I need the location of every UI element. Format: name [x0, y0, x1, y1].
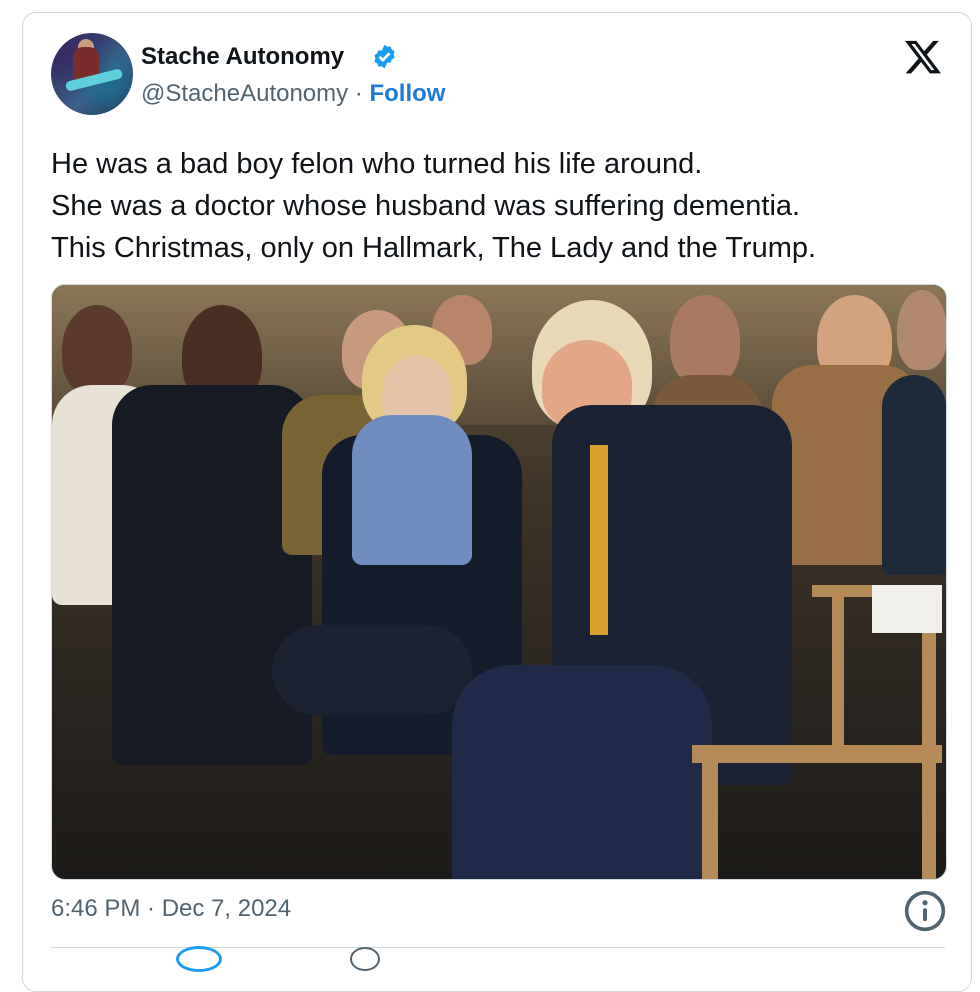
info-icon[interactable]	[903, 889, 947, 933]
timestamp[interactable]: 6:46 PM · Dec 7, 2024	[51, 895, 291, 923]
author-handle-row: @StacheAutonomy · Follow	[141, 80, 445, 108]
author-handle[interactable]: @StacheAutonomy	[141, 80, 348, 107]
tweet-text: He was a bad boy felon who turned his li…	[51, 143, 951, 269]
tweet-line-2: She was a doctor whose husband was suffe…	[51, 190, 801, 222]
tweet-card: Stache Autonomy @StacheAutonomy · Follow…	[22, 12, 972, 992]
verified-badge-icon	[374, 44, 395, 69]
tweet-line-1: He was a bad boy felon who turned his li…	[51, 148, 703, 180]
author-name[interactable]: Stache Autonomy	[141, 43, 344, 71]
like-icon-partial	[176, 946, 222, 972]
follow-button[interactable]: Follow	[369, 80, 445, 107]
tweet-line-3: This Christmas, only on Hallmark, The La…	[51, 232, 817, 264]
x-logo-icon[interactable]	[903, 37, 943, 77]
separator: ·	[354, 80, 363, 107]
reply-icon-partial	[350, 947, 380, 971]
avatar[interactable]	[51, 33, 133, 115]
tweet-photo[interactable]	[51, 284, 947, 880]
